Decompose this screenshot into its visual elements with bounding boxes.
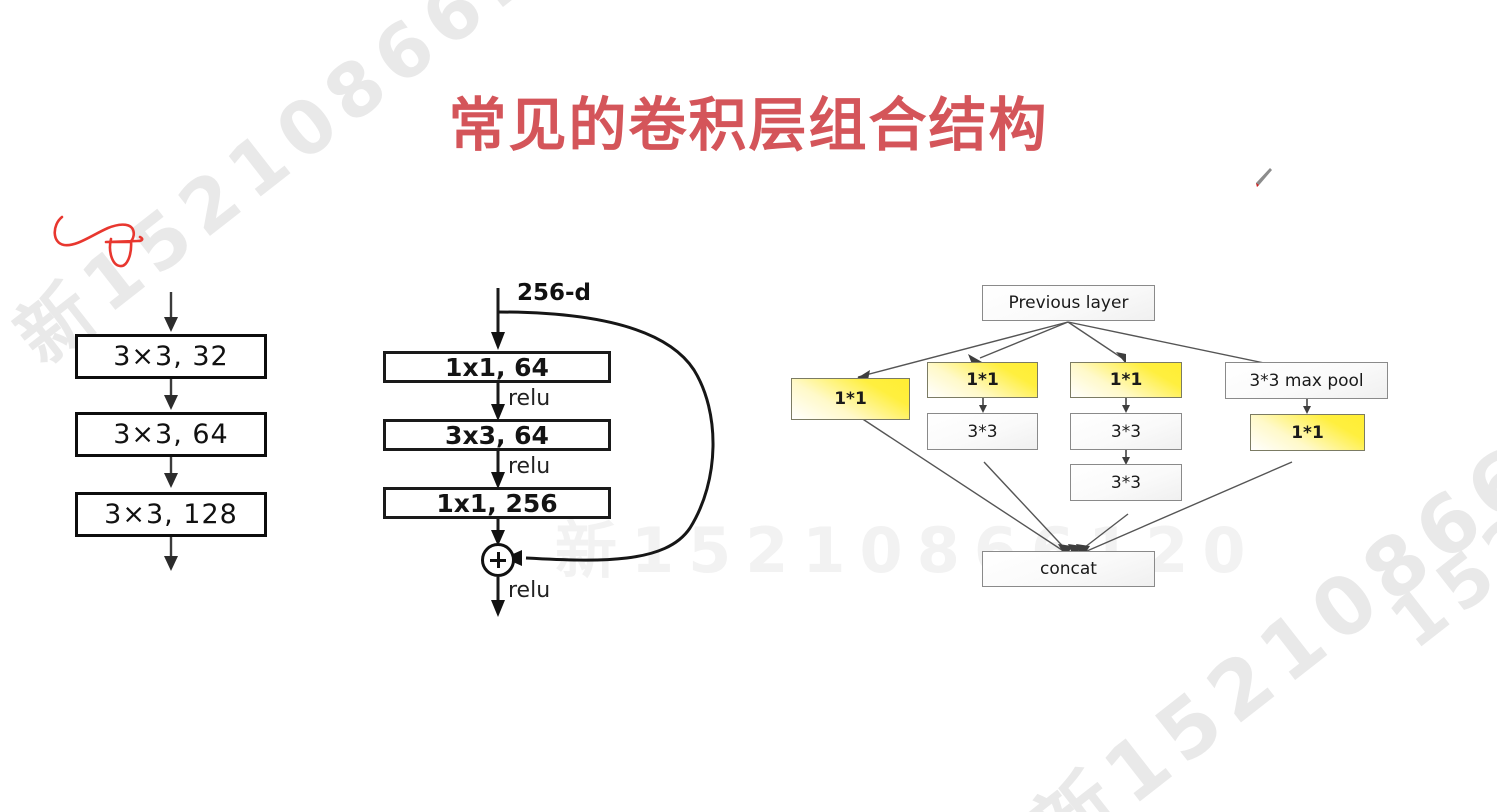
inception-concat-label: concat <box>1040 559 1097 579</box>
arrow-out-of-sum <box>491 577 505 617</box>
inception-branch4-maxpool[interactable]: 3*3 max pool <box>1225 362 1388 399</box>
inception-branch1-conv1x1-label: 1*1 <box>834 389 867 409</box>
inception-input-label: Previous layer <box>1008 293 1129 313</box>
page-title: 常见的卷积层组合结构 <box>448 91 1049 159</box>
relu-label-2: relu <box>508 454 551 479</box>
relu-label-1: relu <box>508 386 551 411</box>
pen-cursor-icon <box>1256 168 1272 187</box>
conv-box-2-label: 3×3, 64 <box>113 419 229 450</box>
res-conv-box-1[interactable]: 1x1, 64 <box>383 351 611 383</box>
res-conv-box-2-label: 3x3, 64 <box>445 420 549 450</box>
arrow-into-conv1 <box>164 292 178 332</box>
inception-input-box[interactable]: Previous layer <box>982 285 1155 321</box>
residual-sum-node[interactable] <box>481 543 515 577</box>
res-conv-box-2[interactable]: 3x3, 64 <box>383 419 611 451</box>
inception-branch4-maxpool-label: 3*3 max pool <box>1249 370 1364 391</box>
inception-branch3-conv3x3-a-label: 3*3 <box>1110 421 1142 442</box>
res-conv-box-3[interactable]: 1x1, 256 <box>383 487 611 519</box>
inception-branch1-conv1x1[interactable]: 1*1 <box>791 378 910 420</box>
inception-concat-box[interactable]: concat <box>982 551 1155 587</box>
conv-box-3-label: 3×3, 128 <box>104 499 238 530</box>
conv-box-1-label: 3×3, 32 <box>113 341 229 372</box>
inception-branch3-conv1x1-label: 1*1 <box>1109 370 1143 390</box>
inception-branch3-conv3x3-b-label: 3*3 <box>1110 472 1142 493</box>
conv-box-2[interactable]: 3×3, 64 <box>75 412 267 457</box>
arrow-branch3-1x1-to-3x3 <box>1122 398 1130 413</box>
inception-branch4-conv1x1[interactable]: 1*1 <box>1250 414 1365 451</box>
inception-branch2-conv1x1-label: 1*1 <box>966 370 999 390</box>
inception-branch3-conv3x3-b[interactable]: 3*3 <box>1070 464 1182 501</box>
arrow-out-of-conv3 <box>164 537 178 571</box>
arrow-branch4-pool-to-1x1 <box>1303 399 1311 414</box>
res-conv-box-1-label: 1x1, 64 <box>445 352 549 382</box>
arrow-conv2-to-conv3 <box>491 451 505 489</box>
arrow-conv1-to-conv2 <box>491 383 505 421</box>
arrow-conv2-to-conv3 <box>164 457 178 488</box>
arrow-branch2-1x1-to-3x3 <box>979 398 987 413</box>
res-conv-box-3-label: 1x1, 256 <box>436 488 558 518</box>
inception-branch3-conv3x3-a[interactable]: 3*3 <box>1070 413 1182 450</box>
inception-branch2-conv3x3[interactable]: 3*3 <box>927 413 1038 450</box>
inception-branch2-conv1x1[interactable]: 1*1 <box>927 362 1038 398</box>
relu-label-3: relu <box>508 578 551 603</box>
arrow-conv1-to-conv2 <box>164 379 178 410</box>
conv-box-3[interactable]: 3×3, 128 <box>75 492 267 537</box>
inception-branch3-conv1x1[interactable]: 1*1 <box>1070 362 1182 398</box>
inception-branch2-conv3x3-label: 3*3 <box>967 421 998 442</box>
inception-branch4-conv1x1-label: 1*1 <box>1291 422 1324 443</box>
conv-box-1[interactable]: 3×3, 32 <box>75 334 267 379</box>
